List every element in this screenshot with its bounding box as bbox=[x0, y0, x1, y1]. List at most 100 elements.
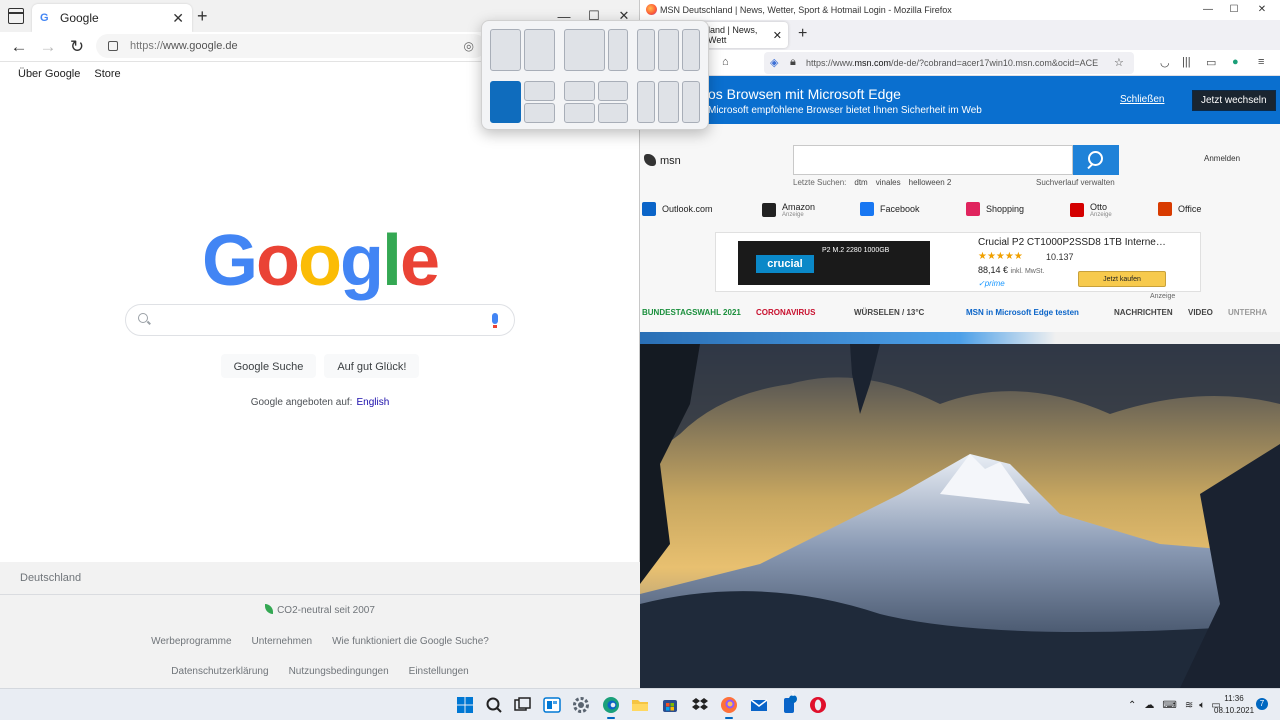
ff-maximize-button[interactable]: ☐ bbox=[1222, 0, 1246, 20]
signin-link[interactable]: Anmelden bbox=[1204, 154, 1240, 163]
home-icon[interactable]: ⌂ bbox=[722, 56, 729, 68]
edge-tab-google[interactable]: G Google ✕ bbox=[32, 4, 192, 32]
bookmark-star-icon[interactable]: ☆ bbox=[1114, 56, 1124, 69]
snap-zone[interactable] bbox=[564, 29, 605, 71]
quicklink-office[interactable]: Office bbox=[1158, 202, 1201, 216]
task-view-button[interactable] bbox=[512, 695, 532, 715]
edge-taskbar-button[interactable] bbox=[601, 695, 621, 719]
keyboard-icon[interactable]: ⌨ bbox=[1162, 700, 1176, 711]
back-arrow-icon[interactable]: ← bbox=[9, 37, 29, 57]
co2-neutral-link[interactable]: CO2-neutral seit 2007 bbox=[0, 604, 640, 616]
snap-zone[interactable] bbox=[658, 81, 679, 123]
snap-zone[interactable] bbox=[682, 29, 700, 71]
nav-coronavirus[interactable]: CORONAVIRUS bbox=[756, 308, 815, 317]
opera-button[interactable] bbox=[808, 695, 828, 715]
snap-zone[interactable] bbox=[682, 81, 700, 123]
snap-zone[interactable] bbox=[524, 103, 555, 123]
ff-minimize-button[interactable]: — bbox=[1196, 0, 1220, 20]
quicklink-otto[interactable]: Otto Anzeige bbox=[1070, 202, 1112, 218]
start-button[interactable] bbox=[455, 695, 475, 715]
english-link[interactable]: English bbox=[356, 397, 389, 408]
banner-close-link[interactable]: Schließen bbox=[1120, 94, 1164, 105]
forward-arrow-icon[interactable]: → bbox=[38, 37, 58, 57]
snap-zone[interactable] bbox=[598, 103, 628, 123]
location-icon[interactable]: ◎ bbox=[464, 39, 474, 53]
how-search-works-link[interactable]: Wie funktioniert die Google Suche? bbox=[332, 636, 489, 647]
feeling-lucky-button[interactable]: Auf gut Glück! bbox=[324, 354, 420, 378]
amazon-ad[interactable]: crucial P2 M.2 2280 1000GB Crucial P2 CT… bbox=[715, 232, 1201, 292]
sidebar-icon[interactable]: ▭ bbox=[1206, 56, 1216, 69]
ff-close-button[interactable]: ✕ bbox=[1250, 0, 1274, 20]
nav-video[interactable]: VIDEO bbox=[1188, 308, 1213, 317]
quicklink-amazon[interactable]: Amazon Anzeige bbox=[762, 202, 815, 218]
nav-edge-test[interactable]: MSN in Microsoft Edge testen bbox=[966, 308, 1079, 317]
snap-zone[interactable] bbox=[564, 103, 595, 123]
store-link[interactable]: Store bbox=[94, 68, 120, 80]
ff-tab-close-icon[interactable]: ✕ bbox=[773, 29, 782, 42]
wifi-icon[interactable]: ≋ bbox=[1185, 700, 1193, 711]
mail-button[interactable] bbox=[749, 695, 769, 715]
nav-weather[interactable]: WÜRSELEN / 13°C bbox=[854, 308, 924, 317]
ff-new-tab-button[interactable]: + bbox=[798, 25, 807, 43]
pocket-icon[interactable]: ◡ bbox=[1160, 56, 1170, 69]
cloud-icon[interactable]: ☁ bbox=[1144, 700, 1154, 711]
search-button[interactable] bbox=[484, 695, 504, 715]
recent-search-item[interactable]: vinales bbox=[876, 178, 901, 187]
recent-search-item[interactable]: dtm bbox=[854, 178, 867, 187]
ff-url-field[interactable]: https://www. msn.com/de-de/?cobrand=acer1… bbox=[764, 52, 1134, 74]
nav-news[interactable]: NACHRICHTEN bbox=[1114, 308, 1173, 317]
nav-entertainment[interactable]: UNTERHA bbox=[1228, 308, 1267, 317]
library-icon[interactable]: ||| bbox=[1182, 56, 1191, 68]
snap-zone[interactable] bbox=[524, 81, 555, 101]
snap-zone[interactable] bbox=[598, 81, 628, 101]
microphone-icon[interactable] bbox=[492, 313, 498, 328]
snap-zone[interactable] bbox=[637, 81, 655, 123]
dropbox-button[interactable] bbox=[690, 695, 710, 715]
settings-link[interactable]: Einstellungen bbox=[409, 666, 469, 677]
extension-icon[interactable]: ● bbox=[1232, 56, 1239, 68]
snap-zone[interactable] bbox=[637, 29, 655, 71]
chevron-up-icon[interactable]: ⌃ bbox=[1128, 700, 1136, 711]
msn-search-button[interactable] bbox=[1073, 145, 1119, 175]
google-search-input[interactable] bbox=[125, 304, 515, 336]
snap-zone[interactable] bbox=[564, 81, 595, 101]
shield-icon[interactable]: ◈ bbox=[770, 56, 778, 69]
business-link[interactable]: Unternehmen bbox=[252, 636, 313, 647]
msn-logo[interactable]: msn bbox=[644, 154, 681, 167]
notification-badge[interactable]: 7 bbox=[1256, 698, 1268, 710]
recent-search-item[interactable]: helloween 2 bbox=[909, 178, 952, 187]
clock[interactable]: 11:36 08.10.2021 bbox=[1214, 693, 1254, 717]
phone-link-button[interactable]: 1 bbox=[779, 691, 799, 715]
manage-history-link[interactable]: Suchverlauf verwalten bbox=[1036, 178, 1115, 187]
file-explorer-button[interactable] bbox=[630, 695, 650, 715]
msn-search-input[interactable] bbox=[793, 145, 1073, 175]
widgets-button[interactable] bbox=[542, 695, 562, 715]
url-field[interactable]: https:// www.google.de ◎ bbox=[96, 34, 486, 58]
firefox-taskbar-button[interactable] bbox=[719, 695, 739, 719]
tab-actions-icon[interactable] bbox=[8, 8, 24, 24]
nav-election[interactable]: BUNDESTAGSWAHL 2021 bbox=[642, 308, 741, 317]
quicklink-facebook[interactable]: Facebook bbox=[860, 202, 920, 216]
about-google-link[interactable]: Über Google bbox=[18, 68, 80, 80]
snap-zone[interactable] bbox=[658, 29, 679, 71]
refresh-icon[interactable]: ↻ bbox=[67, 37, 87, 57]
quicklink-outlook[interactable]: Outlook.com bbox=[642, 202, 713, 216]
ad-title[interactable]: Crucial P2 CT1000P2SSD8 1TB Internes ... bbox=[978, 237, 1168, 248]
google-search-button[interactable]: Google Suche bbox=[220, 354, 317, 378]
store-button[interactable] bbox=[660, 695, 680, 715]
menu-icon[interactable]: ≡ bbox=[1258, 56, 1264, 68]
snap-zone[interactable] bbox=[524, 29, 555, 71]
buy-now-button[interactable]: Jetzt kaufen bbox=[1078, 271, 1166, 287]
snap-zone[interactable] bbox=[608, 29, 628, 71]
new-tab-button[interactable]: + bbox=[197, 6, 208, 27]
terms-link[interactable]: Nutzungsbedingungen bbox=[289, 666, 389, 677]
privacy-link[interactable]: Datenschutzerklärung bbox=[171, 666, 268, 677]
settings-button[interactable] bbox=[571, 695, 591, 715]
volume-icon[interactable]: 🔈︎ bbox=[1199, 700, 1205, 711]
tab-close-icon[interactable]: ✕ bbox=[172, 10, 184, 27]
snap-zone-selected[interactable] bbox=[490, 81, 521, 123]
quicklink-shopping[interactable]: Shopping bbox=[966, 202, 1024, 216]
switch-now-button[interactable]: Jetzt wechseln bbox=[1192, 90, 1276, 111]
advertising-link[interactable]: Werbeprogramme bbox=[151, 636, 231, 647]
snap-zone[interactable] bbox=[490, 29, 521, 71]
